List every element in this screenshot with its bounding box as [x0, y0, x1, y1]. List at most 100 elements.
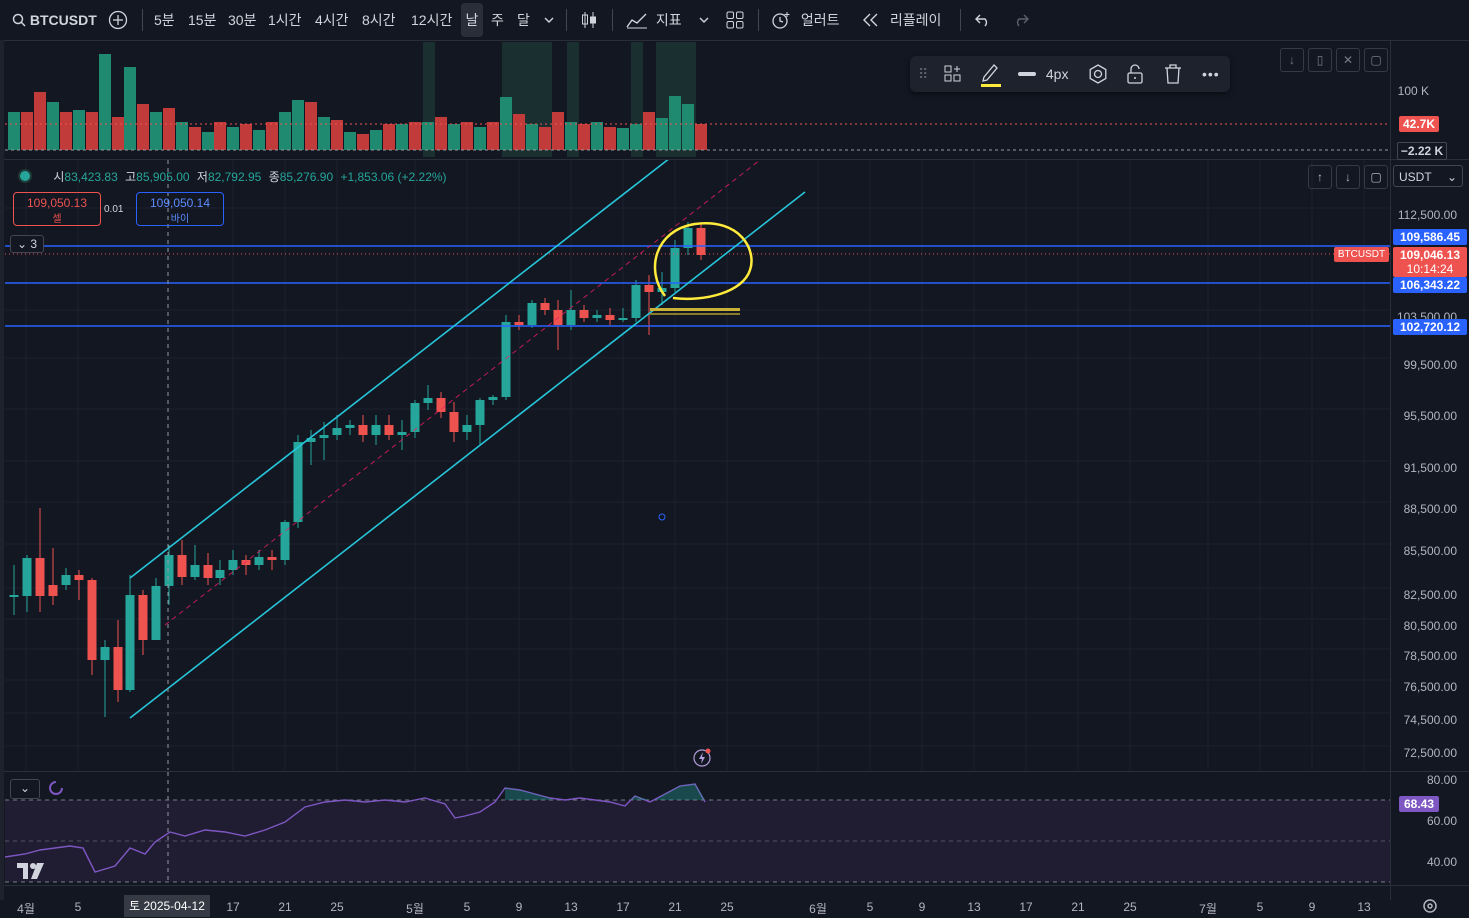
candle-body: [228, 560, 238, 570]
compare-button[interactable]: [108, 0, 128, 40]
candle-body: [100, 647, 110, 660]
candle-body: [540, 303, 550, 310]
sell-label: 셀: [52, 214, 62, 225]
rewind-icon: [863, 13, 878, 27]
chevron-down-icon: ⌄: [16, 237, 28, 251]
redo-button[interactable]: [1012, 0, 1030, 40]
drag-handle-icon[interactable]: ⠿: [918, 56, 928, 92]
separator: [566, 9, 567, 31]
time-label: 4월: [17, 902, 35, 916]
low-value: 82,792.95: [207, 170, 262, 184]
candle-body: [345, 425, 355, 428]
gear-icon: [1089, 64, 1107, 84]
interval-4h[interactable]: 4시간: [315, 0, 349, 40]
interval-day[interactable]: 날: [461, 3, 483, 37]
interval-week[interactable]: 주: [491, 0, 504, 40]
top-toolbar: BTCUSDT 5분 15분 30분 1시간 4시간 8시간 12시간 날 주 …: [0, 0, 1469, 41]
time-label: 5: [74, 900, 82, 914]
undo-button[interactable]: [974, 0, 992, 40]
separator: [612, 9, 613, 31]
candle-body: [254, 557, 264, 565]
buy-button[interactable]: 109,050.14 바이: [136, 192, 224, 226]
move-down-button[interactable]: ↓: [1336, 165, 1360, 189]
interval-1h[interactable]: 1시간: [268, 0, 302, 40]
buy-label: 바이: [170, 214, 190, 225]
time-label: 13: [564, 900, 578, 914]
close-pane-button[interactable]: ✕: [1336, 48, 1360, 72]
plus-circle-icon: [108, 10, 128, 30]
level-tag-2: 106,343.22: [1393, 277, 1467, 293]
volume-bar: [266, 122, 278, 150]
more-button[interactable]: •••: [1202, 56, 1220, 92]
volume-bar: [202, 132, 214, 150]
indicators-button[interactable]: 지표: [626, 0, 682, 40]
symbol-search-button[interactable]: BTCUSDT: [12, 0, 97, 40]
interval-8h[interactable]: 8시간: [362, 0, 396, 40]
time-label: 5: [1256, 900, 1264, 914]
layouts-button[interactable]: [726, 0, 744, 40]
sell-price: 109,050.13: [26, 196, 88, 210]
candle-body: [566, 310, 576, 325]
lock-button[interactable]: [1126, 56, 1144, 92]
maximize-pane-button[interactable]: ▢: [1364, 165, 1388, 189]
time-label: 5: [866, 900, 874, 914]
candle-body: [113, 647, 123, 690]
highlight-bar: [650, 313, 740, 315]
candle-body: [293, 442, 303, 522]
price-chart-pane[interactable]: [5, 160, 1390, 770]
candle-body: [436, 398, 446, 412]
move-up-button[interactable]: ↑: [1308, 165, 1332, 189]
replay-button[interactable]: 리플레이: [862, 0, 941, 40]
indicators-dropdown[interactable]: [698, 0, 710, 40]
candle-body: [177, 555, 187, 577]
countdown-tag: 10:14:24: [1393, 261, 1467, 277]
rsi-overbought-fill: [505, 784, 705, 800]
interval-5m[interactable]: 5분: [154, 0, 175, 40]
move-down-button[interactable]: ↓: [1280, 48, 1304, 72]
legend-dot-icon[interactable]: [18, 169, 32, 183]
rsi-pane[interactable]: [5, 772, 1390, 884]
price-axis-border: [1390, 40, 1391, 900]
price-label: 95,500.00: [1403, 409, 1457, 423]
chart-type-button[interactable]: [580, 0, 598, 40]
candle-body: [215, 570, 225, 578]
time-label: 25: [1123, 900, 1137, 914]
rsi-collapse-button[interactable]: ⌄: [10, 779, 40, 799]
time-label: 17: [616, 900, 630, 914]
settings-button[interactable]: [1088, 56, 1108, 92]
chevron-down-icon: ⌄: [19, 781, 31, 795]
lightning-alert-icon[interactable]: [692, 748, 712, 771]
level-tag-1: 109,586.45: [1393, 229, 1467, 245]
candle-body: [87, 580, 97, 660]
volume-bar: [513, 114, 525, 150]
interval-15m[interactable]: 15분: [188, 0, 216, 40]
indicators-icon: [626, 13, 647, 29]
delete-pane-button[interactable]: ▯: [1308, 48, 1332, 72]
time-label: 9: [918, 900, 926, 914]
currency-select[interactable]: USDT ⌄: [1393, 165, 1463, 187]
line-width-button[interactable]: 4px: [1018, 56, 1068, 92]
interval-month[interactable]: 달: [517, 0, 530, 40]
ohlc-legend: 시83,423.83 고85,905.00 저82,792.95 종85,276…: [18, 168, 447, 185]
candle-body: [61, 575, 71, 585]
tradingview-logo[interactable]: [16, 861, 48, 887]
time-label: 9: [1308, 900, 1316, 914]
volume-bar: [435, 117, 447, 150]
templates-button[interactable]: [944, 56, 962, 92]
delete-button[interactable]: [1164, 56, 1182, 92]
close-value: 85,276.90: [279, 170, 334, 184]
candle-body: [423, 398, 433, 403]
alert-button[interactable]: 얼러트: [771, 0, 840, 40]
candle-body: [164, 555, 174, 586]
open-value: 83,423.83: [64, 170, 118, 184]
maximize-pane-button[interactable]: ▢: [1364, 48, 1388, 72]
interval-30m[interactable]: 30분: [228, 0, 256, 40]
volume-bar: [279, 112, 291, 150]
line-color-button[interactable]: [980, 56, 1002, 92]
sell-button[interactable]: 109,050.13 셀: [13, 192, 101, 226]
collapse-indicators-button[interactable]: ⌄ 3: [10, 235, 44, 253]
interval-12h[interactable]: 12시간: [411, 0, 452, 40]
settings-button[interactable]: [1422, 898, 1438, 917]
candle-body: [670, 248, 680, 288]
interval-dropdown[interactable]: [543, 0, 555, 40]
